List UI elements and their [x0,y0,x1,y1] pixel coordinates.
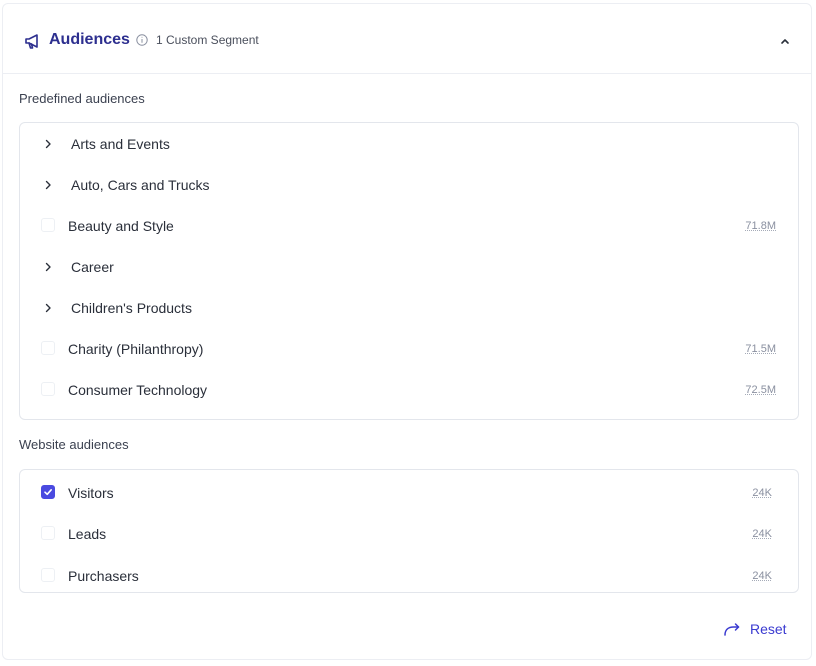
predefined-audiences-label: Predefined audiences [19,91,145,106]
checkbox[interactable] [41,568,55,582]
megaphone-icon [25,34,38,49]
website-audiences-list: Visitors 24K Leads 24K Purchasers 24K [19,469,799,593]
list-item-purchasers[interactable]: Purchasers 24K [20,562,798,590]
list-item-label: Charity (Philanthropy) [68,341,204,357]
list-item-label: Leads [68,526,107,542]
list-item-beauty-and-style[interactable]: Beauty and Style 71.8M [20,212,798,240]
list-item-label: Auto, Cars and Trucks [71,177,210,193]
list-item-label: Visitors [68,485,114,501]
list-item-label: Career [71,259,114,275]
audience-size: 24K [752,487,772,499]
audience-size: 71.8M [745,220,776,232]
chevron-right-icon[interactable] [42,179,54,191]
info-icon[interactable] [136,34,148,46]
checkbox[interactable] [41,526,55,540]
list-item-label: Consumer Technology [68,382,208,398]
audience-size: 71.5M [745,343,776,355]
list-item-auto-cars-trucks[interactable]: Auto, Cars and Trucks [20,171,798,199]
checkbox[interactable] [41,382,55,396]
audience-size: 24K [752,528,772,540]
list-item-visitors[interactable]: Visitors 24K [20,479,798,507]
checkbox[interactable] [41,218,55,232]
checkbox-checked[interactable] [41,485,55,499]
checkmark-icon [44,489,52,496]
predefined-audiences-list: Arts and Events Auto, Cars and Trucks Be… [19,122,799,420]
audience-size: 72.5M [745,384,776,396]
website-audiences-label: Website audiences [19,437,129,452]
chevron-right-icon[interactable] [42,138,54,150]
custom-segment-count: 1 Custom Segment [156,33,259,47]
chevron-right-icon[interactable] [42,261,54,273]
audiences-card: Audiences 1 Custom Segment Predefined au… [2,3,812,660]
list-item-charity[interactable]: Charity (Philanthropy) 71.5M [20,335,798,363]
list-item-childrens-products[interactable]: Children's Products [20,294,798,322]
list-item-label: Arts and Events [71,136,170,152]
list-item-consumer-technology[interactable]: Consumer Technology 72.5M [20,376,798,404]
checkbox[interactable] [41,341,55,355]
audiences-header[interactable]: Audiences 1 Custom Segment [3,4,811,74]
reset-label: Reset [750,621,787,637]
audience-size: 24K [752,570,772,582]
list-item-leads[interactable]: Leads 24K [20,520,798,548]
list-item-label: Beauty and Style [68,218,174,234]
list-item-label: Purchasers [68,568,139,584]
redo-arrow-icon [724,623,740,636]
audiences-title: Audiences [49,31,130,48]
chevron-right-icon[interactable] [42,302,54,314]
list-item-arts-and-events[interactable]: Arts and Events [20,130,798,158]
list-item-label: Children's Products [71,300,192,316]
list-item-career[interactable]: Career [20,253,798,281]
chevron-up-icon[interactable] [777,33,793,49]
